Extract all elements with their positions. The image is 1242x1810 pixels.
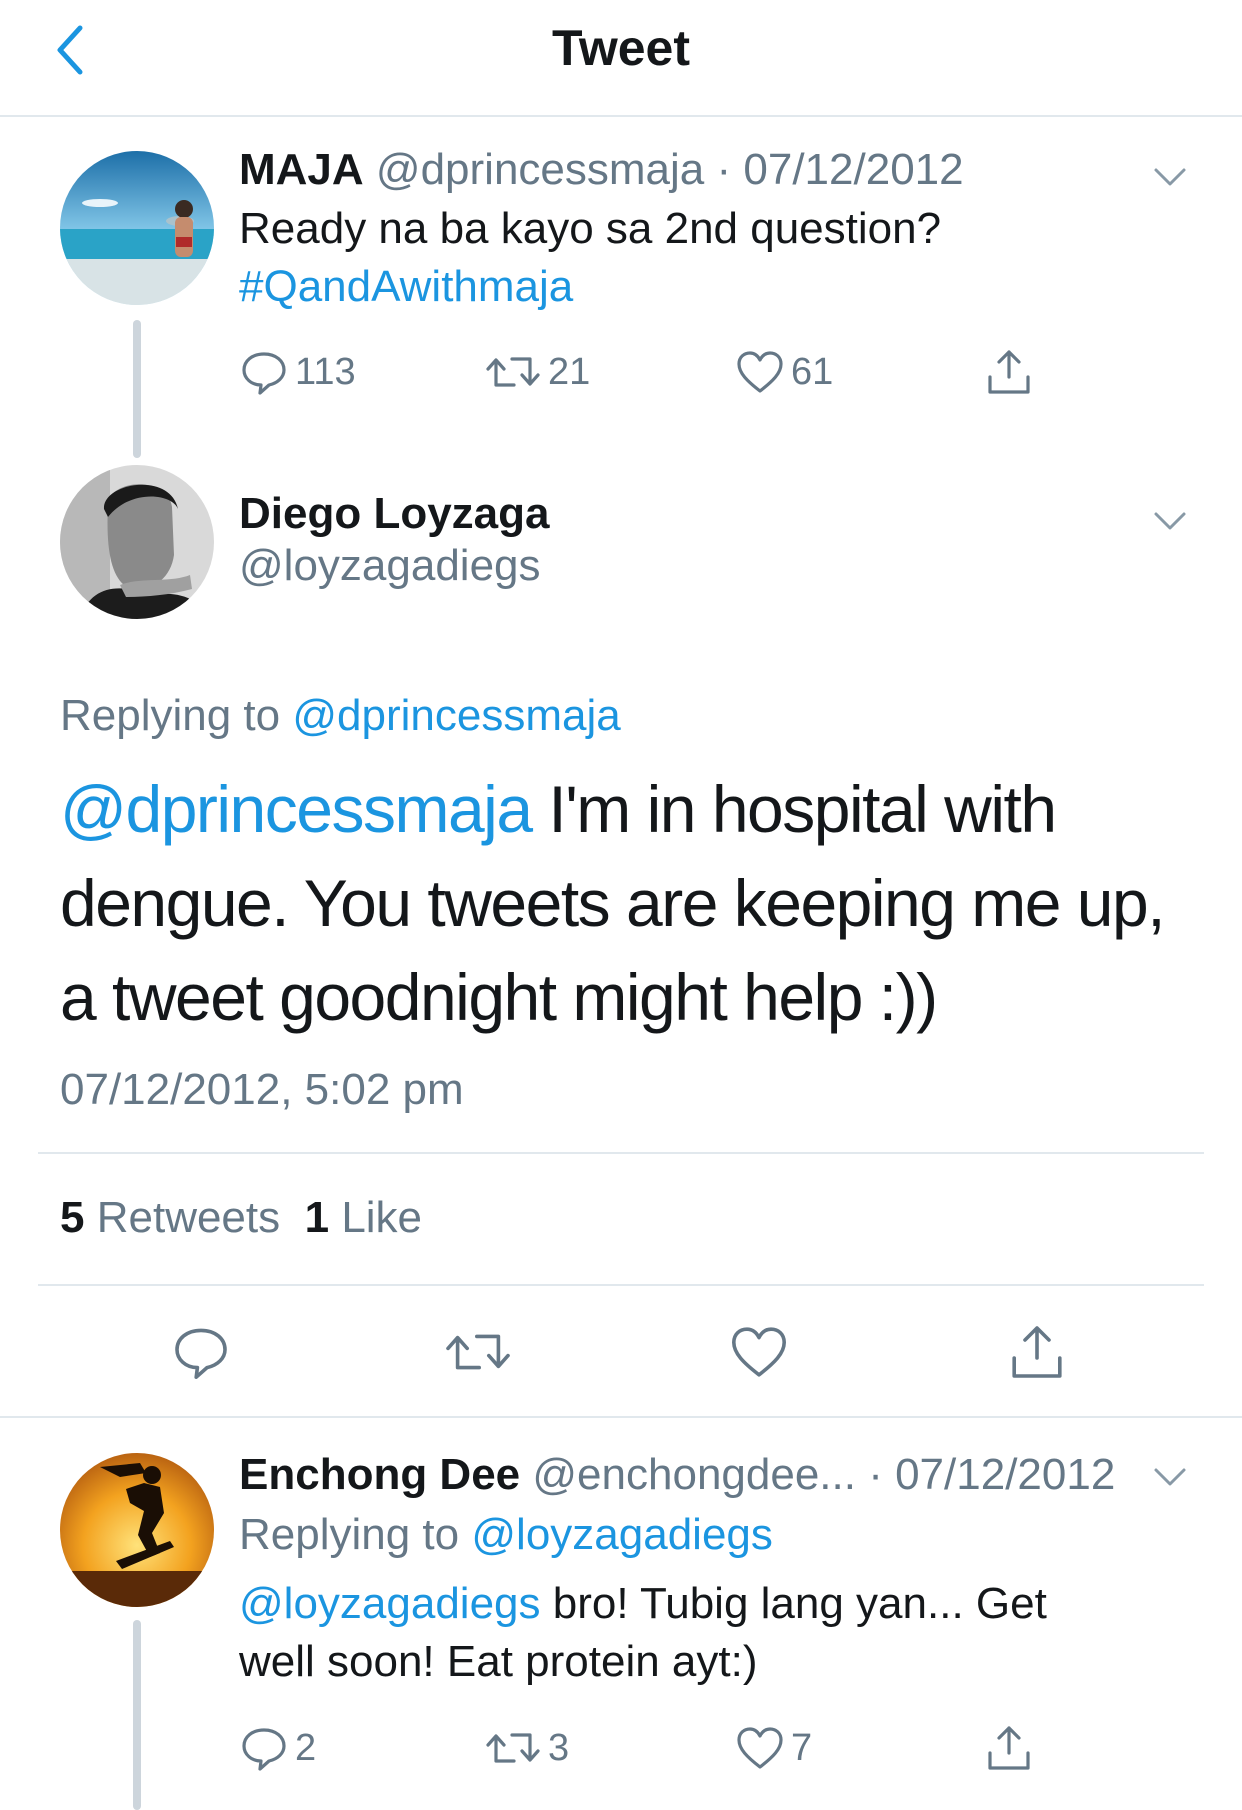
retweet-count: 3 — [548, 1726, 570, 1769]
replying-to-label: Replying to — [60, 691, 281, 740]
like-count: 61 — [791, 350, 834, 393]
divider — [38, 1152, 1204, 1154]
retweets-stat[interactable]: 5 Retweets — [60, 1193, 280, 1242]
thread-connector — [133, 320, 141, 458]
tweet-body: @dprincessmaja I'm in hospital with deng… — [60, 762, 1210, 1044]
reply-count: 2 — [295, 1726, 317, 1769]
like-icon — [737, 351, 783, 393]
tweet-date: · 07/12/2012 — [716, 145, 964, 194]
tweet-text: bro! Tubig lang yan... Get — [540, 1579, 1047, 1628]
tweet-text-line-2: well soon! Eat protein ayt:) — [239, 1637, 758, 1686]
retweet-total: 5 — [60, 1193, 85, 1242]
author-handle[interactable]: @loyzagadiegs — [239, 538, 541, 594]
reply-icon — [242, 352, 286, 395]
tweet-options-button[interactable] — [1150, 1462, 1190, 1492]
tweet-options-button[interactable] — [1150, 162, 1190, 192]
tweet-actions: 113 21 61 — [239, 342, 1069, 402]
retweet-count: 21 — [548, 350, 591, 393]
tweet-text-line-1: @loyzagadiegs bro! Tubig lang yan... Get — [239, 1576, 1047, 1632]
page-title: Tweet — [552, 20, 690, 76]
retweet-icon — [486, 357, 540, 387]
reply-button[interactable]: 113 — [239, 342, 356, 402]
reply-icon — [175, 1328, 227, 1379]
divider — [0, 1416, 1242, 1418]
divider — [38, 1284, 1204, 1286]
avatar-enchong[interactable] — [60, 1453, 214, 1607]
main-tweet-actions — [0, 1322, 1242, 1382]
engagement-stats: 5 Retweets 1 Like — [60, 1190, 422, 1246]
mention-link[interactable]: @loyzagadiegs — [239, 1579, 541, 1628]
share-button[interactable] — [977, 1322, 1097, 1382]
share-icon — [988, 350, 1030, 394]
tweet-actions: 2 3 7 — [239, 1718, 1069, 1778]
like-total: 1 — [304, 1193, 330, 1242]
like-button[interactable]: 7 — [735, 1718, 812, 1778]
reply-button[interactable] — [141, 1322, 261, 1382]
retweet-button[interactable]: 3 — [484, 1718, 569, 1778]
author-name[interactable]: Enchong Dee — [239, 1450, 520, 1499]
reply-icon — [242, 1728, 286, 1771]
like-count: 7 — [791, 1726, 813, 1769]
reply-count: 113 — [295, 350, 356, 393]
tweet-timestamp: 07/12/2012, 5:02 pm — [60, 1065, 464, 1114]
hashtag-link[interactable]: #QandAwithmaja — [239, 259, 573, 315]
share-icon — [1012, 1326, 1062, 1378]
author-name[interactable]: Diego Loyzaga — [239, 486, 550, 542]
avatar-diego[interactable] — [60, 465, 214, 619]
share-button[interactable] — [984, 342, 1034, 402]
replying-to-handle[interactable]: @loyzagadiegs — [471, 1510, 773, 1559]
nav-header: Tweet — [0, 0, 1242, 117]
thread-connector — [133, 1620, 141, 1810]
replying-to: Replying to @dprincessmaja — [60, 688, 621, 744]
tweet-date: · 07/12/2012 — [868, 1450, 1116, 1499]
author-handle[interactable]: @enchongdee... — [532, 1450, 856, 1499]
retweet-button[interactable] — [418, 1322, 538, 1382]
replying-to-handle[interactable]: @dprincessmaja — [292, 691, 620, 740]
retweet-button[interactable]: 21 — [484, 342, 590, 402]
chevron-down-icon — [1154, 168, 1186, 186]
like-button[interactable]: 61 — [735, 342, 833, 402]
mention-link[interactable]: @dprincessmaja — [60, 772, 533, 846]
tweet-text: Ready na ba kayo sa 2nd question? — [239, 204, 942, 253]
share-button[interactable] — [984, 1718, 1034, 1778]
like-icon — [737, 1727, 783, 1769]
tweet-options-button[interactable] — [1150, 506, 1190, 536]
retweet-icon — [486, 1733, 540, 1763]
retweets-label: Retweets — [96, 1193, 281, 1242]
author-handle[interactable]: @dprincessmaja — [376, 145, 704, 194]
tweet-header-maja: MAJA @dprincessmaja · 07/12/2012 — [239, 142, 964, 198]
retweet-icon — [446, 1334, 510, 1370]
like-button[interactable] — [699, 1322, 819, 1382]
chevron-down-icon — [1154, 512, 1186, 530]
tweet-header-enchong: Enchong Dee @enchongdee... · 07/12/2012 — [239, 1447, 1115, 1503]
author-name[interactable]: MAJA — [239, 145, 364, 194]
share-icon — [988, 1726, 1030, 1770]
chevron-down-icon — [1154, 1468, 1186, 1486]
likes-label: Like — [341, 1193, 423, 1242]
like-icon — [732, 1327, 786, 1377]
replying-to-label: Replying to — [239, 1510, 460, 1559]
likes-stat[interactable]: 1 Like — [305, 1193, 422, 1242]
replying-to: Replying to @loyzagadiegs — [239, 1507, 773, 1563]
avatar-maja[interactable] — [60, 151, 214, 305]
reply-button[interactable]: 2 — [239, 1718, 316, 1778]
